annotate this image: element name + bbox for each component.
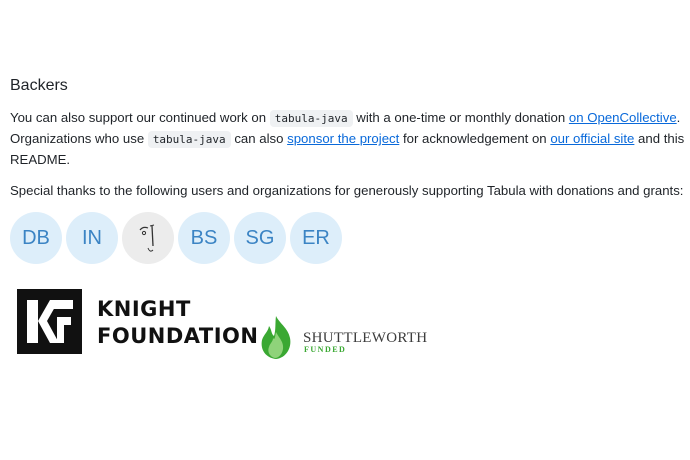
text-fragment: README. xyxy=(10,152,71,167)
backer-avatars: DB IN BS SG ER xyxy=(10,212,342,264)
text-fragment: and this xyxy=(634,131,685,146)
section-heading: Backers xyxy=(10,77,68,94)
inline-code: tabula-java xyxy=(147,131,231,148)
backer-avatar[interactable]: DB xyxy=(10,212,62,264)
knight-line1: KNIGHT xyxy=(97,297,191,321)
opencollective-link[interactable]: on OpenCollective xyxy=(569,110,677,125)
backer-avatar-image[interactable] xyxy=(122,212,174,264)
shuttleworth-funded-label: FUNDED xyxy=(304,345,347,354)
backer-avatar[interactable]: BS xyxy=(178,212,230,264)
thanks-paragraph: Special thanks to the following users an… xyxy=(10,183,684,198)
backer-avatar[interactable]: IN xyxy=(66,212,118,264)
sketch-face-icon xyxy=(139,224,155,252)
backer-avatar[interactable]: ER xyxy=(290,212,342,264)
text-fragment: with a one-time or monthly donation xyxy=(352,110,569,125)
inline-code: tabula-java xyxy=(269,110,353,127)
text-fragment: for acknowledgement on xyxy=(399,131,551,146)
official-site-link[interactable]: our official site xyxy=(550,131,634,146)
knight-line2: FOUNDATION xyxy=(97,324,259,348)
backers-section: Backers You can also support our continu… xyxy=(10,76,686,201)
support-paragraph: You can also support our continued work … xyxy=(10,108,686,170)
text-fragment: Organizations who use xyxy=(10,131,148,146)
sponsor-link[interactable]: sponsor the project xyxy=(287,131,399,146)
shuttleworth-flame-icon[interactable] xyxy=(256,314,296,365)
backer-avatar[interactable]: SG xyxy=(234,212,286,264)
text-fragment: You can also support our continued work … xyxy=(10,110,270,125)
text-fragment: can also xyxy=(230,131,288,146)
text-fragment: . xyxy=(676,110,681,125)
knight-foundation-name[interactable]: KNIGHT FOUNDATION xyxy=(97,296,258,350)
knight-foundation-logo-icon[interactable] xyxy=(17,289,82,354)
